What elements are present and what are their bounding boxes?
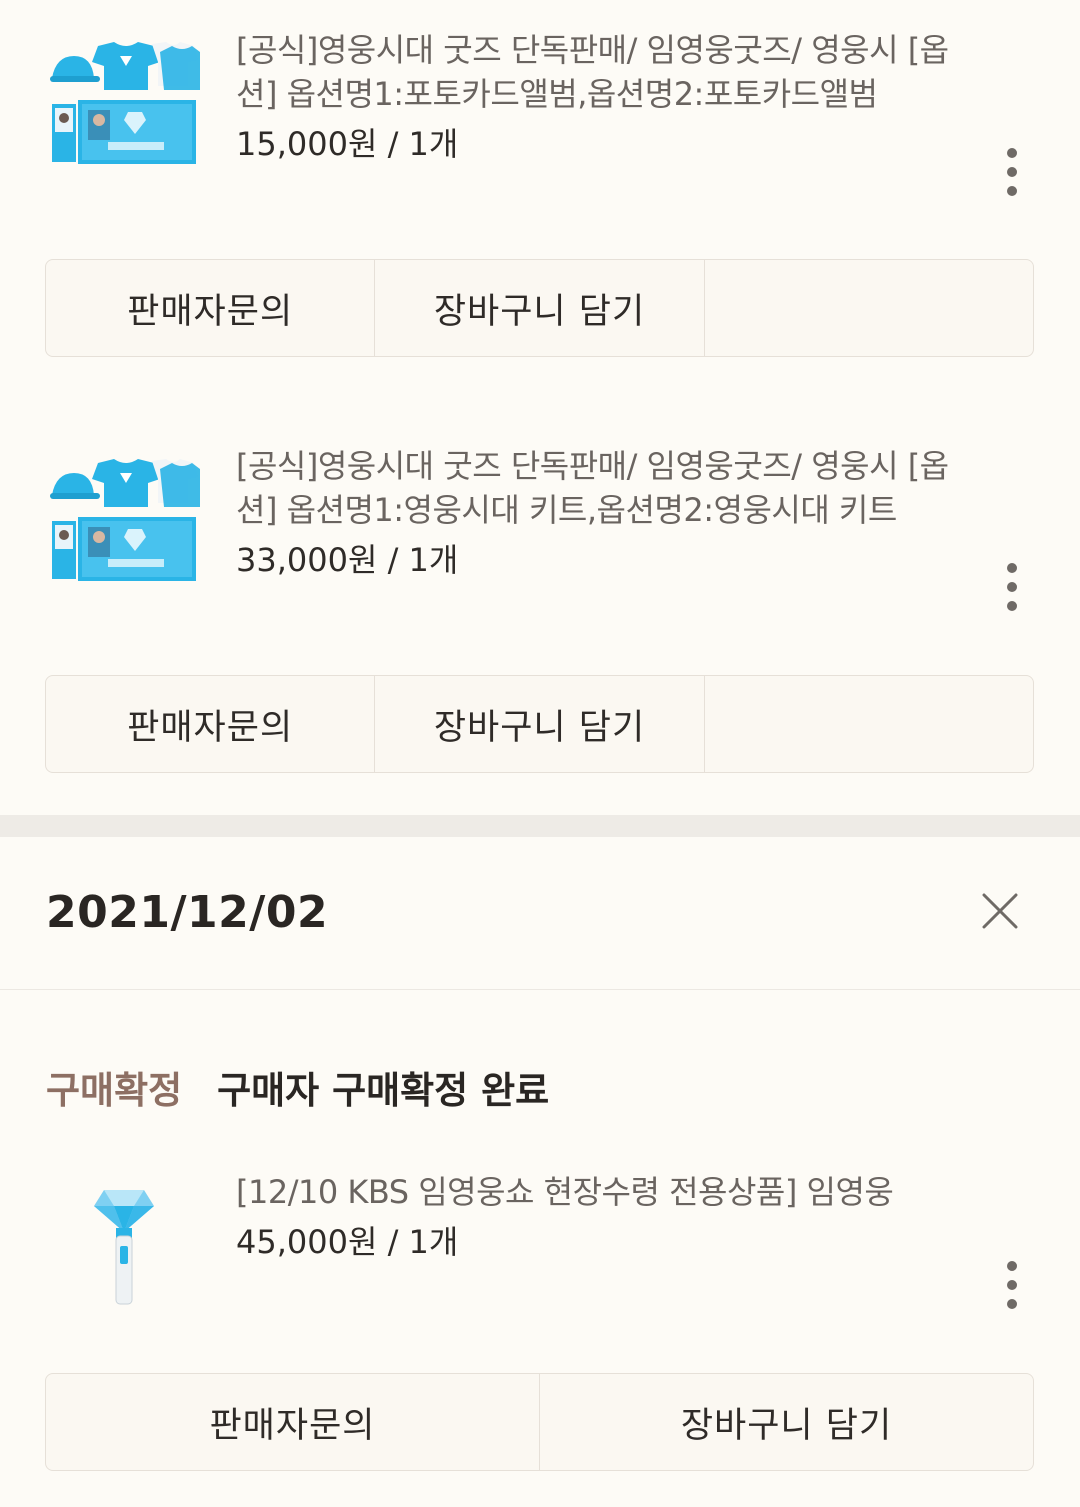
item-info: [공식]영웅시대 굿즈 단독판매/ 임영웅굿즈/ 영웅시 [옵션] 옵션명1:영… [236, 444, 976, 582]
item-info: [공식]영웅시대 굿즈 단독판매/ 임영웅굿즈/ 영웅시 [옵션] 옵션명1:포… [236, 28, 976, 166]
item-price: 33,000원 / 1개 [236, 541, 459, 579]
action-buttons: 판매자문의 장바구니 담기 [45, 1373, 1034, 1471]
order-status: 구매확정 구매자 구매확정 완료 [46, 1060, 549, 1114]
seller-inquiry-button[interactable]: 판매자문의 [46, 260, 374, 356]
action-buttons: 판매자문의 장바구니 담기 [45, 259, 1034, 357]
goods-kit-image[interactable] [48, 455, 200, 585]
item-price: 45,000원 / 1개 [236, 1223, 459, 1261]
item-title[interactable]: [공식]영웅시대 굿즈 단독판매/ 임영웅굿즈/ 영웅시 [옵션] 옵션명1:포… [236, 28, 976, 116]
add-to-cart-button[interactable]: 장바구니 담기 [374, 260, 703, 356]
item-price: 15,000원 / 1개 [236, 125, 459, 163]
more-options-icon[interactable] [990, 137, 1034, 207]
section-divider [0, 815, 1080, 837]
item-info: [12/10 KBS 임영웅쇼 현장수령 전용상품] 임영웅 45,000원 /… [236, 1170, 976, 1264]
empty-action-cell[interactable] [703, 260, 1033, 356]
add-to-cart-button[interactable]: 장바구니 담기 [374, 676, 703, 772]
lightstick-image[interactable] [48, 1180, 200, 1310]
seller-inquiry-button[interactable]: 판매자문의 [46, 676, 374, 772]
item-title[interactable]: [공식]영웅시대 굿즈 단독판매/ 임영웅굿즈/ 영웅시 [옵션] 옵션명1:영… [236, 444, 976, 532]
order-date: 2021/12/02 [46, 887, 329, 938]
empty-action-cell[interactable] [703, 676, 1033, 772]
action-buttons: 판매자문의 장바구니 담기 [45, 675, 1034, 773]
goods-kit-image[interactable] [48, 38, 200, 168]
close-icon[interactable] [978, 889, 1022, 933]
seller-inquiry-button[interactable]: 판매자문의 [46, 1374, 539, 1470]
add-to-cart-button[interactable]: 장바구니 담기 [539, 1374, 1033, 1470]
item-title[interactable]: [12/10 KBS 임영웅쇼 현장수령 전용상품] 임영웅 [236, 1170, 976, 1214]
more-options-icon[interactable] [990, 552, 1034, 622]
more-options-icon[interactable] [990, 1250, 1034, 1320]
order-date-header: 2021/12/02 [0, 837, 1080, 990]
status-label: 구매확정 [46, 1069, 183, 1112]
status-description: 구매자 구매확정 완료 [217, 1069, 550, 1112]
